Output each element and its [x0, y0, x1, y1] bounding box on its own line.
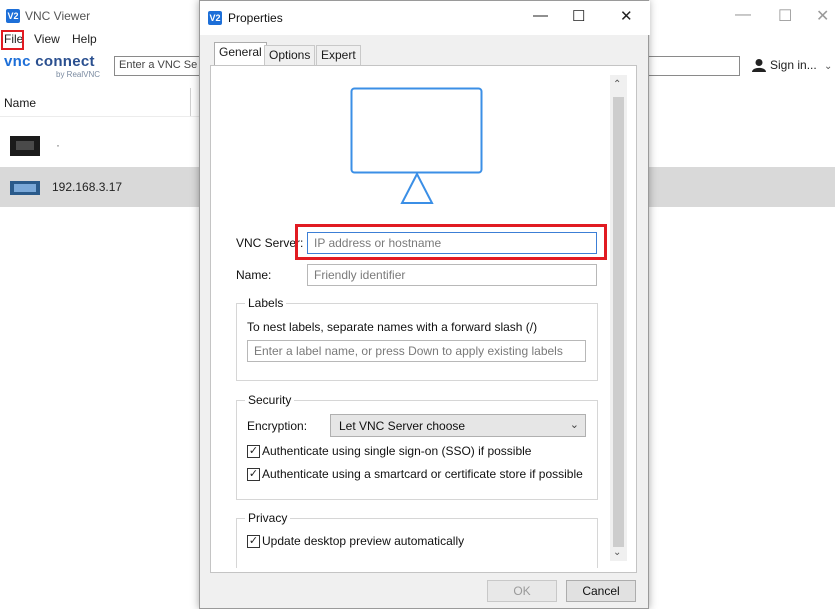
labels-input[interactable]: Enter a label name, or press Down to app… [247, 340, 586, 362]
encryption-select[interactable]: Let VNC Server choose ⌄ [330, 414, 586, 437]
main-close-button[interactable]: ✕ [816, 6, 829, 26]
vnc-server-highlight [295, 224, 607, 260]
person-icon [752, 59, 766, 72]
vnc-logo-icon: V2 [208, 11, 222, 25]
labels-group-title: Labels [245, 296, 287, 310]
connection-thumbnail[interactable] [10, 136, 40, 156]
sso-label[interactable]: Authenticate using single sign-on (SSO) … [262, 444, 531, 458]
tab-general[interactable]: General [214, 42, 267, 66]
vnc-server-label: VNC Server: [236, 236, 304, 250]
dialog-maximize-button[interactable]: ☐ [572, 7, 585, 25]
connection-thumbnail[interactable] [10, 181, 40, 195]
menu-view[interactable]: View [34, 32, 60, 46]
dialog-title-bar[interactable]: V2 Properties — ☐ ✕ [200, 1, 650, 35]
encryption-label: Encryption: [247, 419, 308, 433]
labels-hint: To nest labels, separate names with a fo… [247, 320, 538, 334]
vnc-connect-logo: vnc connect by RealVNC [4, 53, 100, 79]
list-header[interactable]: Name [0, 88, 200, 117]
vnc-logo-icon: V2 [6, 9, 20, 23]
dialog-minimize-button[interactable]: — [533, 7, 548, 24]
connection-label[interactable]: · [56, 138, 60, 152]
ok-button[interactable]: OK [487, 580, 557, 602]
brand-by-realvnc: by RealVNC [56, 70, 101, 79]
sso-checkbox[interactable]: ✓ [247, 445, 260, 458]
tab-options[interactable]: Options [264, 45, 316, 65]
smartcard-checkbox[interactable]: ✓ [247, 468, 260, 481]
dialog-close-button[interactable]: ✕ [620, 7, 633, 25]
tab-expert[interactable]: Expert [316, 45, 361, 65]
address-search-input[interactable]: Enter a VNC Se [114, 56, 209, 76]
monitor-icon [350, 87, 483, 204]
name-label: Name: [236, 268, 272, 282]
chevron-down-icon: ⌄ [824, 61, 833, 72]
properties-dialog: V2 Properties — ☐ ✕ General Options Expe… [199, 0, 650, 609]
scrollbar-thumb[interactable] [613, 97, 624, 547]
smartcard-label[interactable]: Authenticate using a smartcard or certif… [262, 467, 583, 481]
column-separator[interactable] [190, 88, 191, 116]
scroll-down-icon[interactable]: ⌄ [613, 547, 621, 558]
chevron-down-icon: ⌄ [569, 419, 579, 431]
main-maximize-button[interactable]: ☐ [778, 6, 792, 26]
sign-in-label: Sign in... [770, 58, 817, 72]
encryption-value: Let VNC Server choose [339, 419, 466, 433]
connection-label[interactable]: 192.168.3.17 [52, 180, 122, 194]
main-window-title: VNC Viewer [25, 9, 91, 23]
privacy-group-title: Privacy [245, 511, 291, 525]
security-group-title: Security [245, 393, 295, 407]
main-minimize-button[interactable]: — [735, 6, 751, 24]
dialog-title: Properties [228, 11, 283, 25]
file-menu-highlight [1, 30, 24, 50]
brand-vnc: vnc [4, 53, 36, 70]
menu-help[interactable]: Help [72, 32, 97, 46]
sign-in-button[interactable]: Sign in... ⌄ [752, 58, 832, 72]
brand-connect: connect [35, 53, 95, 70]
vertical-scrollbar[interactable]: ⌃ ⌄ [610, 75, 627, 561]
preview-checkbox[interactable]: ✓ [247, 535, 260, 548]
name-input[interactable]: Friendly identifier [307, 264, 597, 286]
cancel-button[interactable]: Cancel [566, 580, 636, 602]
scroll-up-icon[interactable]: ⌃ [613, 79, 621, 90]
name-column-header[interactable]: Name [4, 96, 36, 110]
preview-label[interactable]: Update desktop preview automatically [262, 534, 464, 548]
address-search-input-right[interactable] [640, 56, 740, 76]
